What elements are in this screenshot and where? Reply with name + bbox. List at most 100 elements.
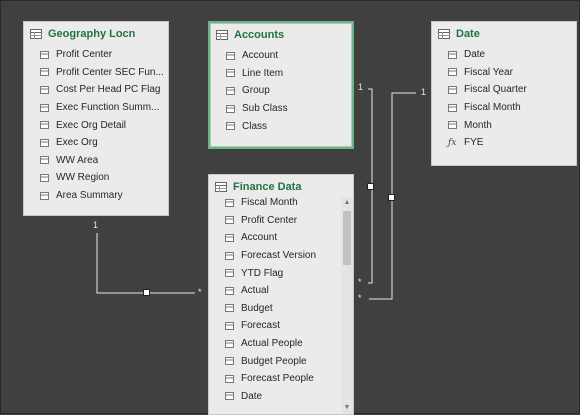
vertical-scrollbar[interactable]: ▲ ▼: [341, 197, 353, 414]
field-area-summary[interactable]: Area Summary: [24, 187, 168, 205]
column-icon: [225, 321, 234, 330]
field-label: Class: [242, 120, 268, 132]
column-icon: [225, 374, 234, 383]
field-label: Account: [241, 232, 278, 244]
relationship-geography-finance: [96, 233, 195, 294]
fx-icon: ƒx: [448, 137, 457, 148]
diagram-canvas[interactable]: 1 * 1 * 1 * Geography Locn Profit Center…: [0, 0, 580, 415]
field-cost-per-head-pc-flag[interactable]: Cost Per Head PC Flag: [24, 81, 168, 99]
relationship-handle: [367, 183, 374, 190]
field-forecast[interactable]: Forecast: [209, 317, 353, 335]
field-exec-org[interactable]: Exec Org: [24, 134, 168, 152]
field-label: Area Summary: [56, 190, 123, 202]
table-header[interactable]: Date: [432, 22, 576, 46]
field-profit-center-sec-fun[interactable]: Profit Center SEC Fun...: [24, 64, 168, 82]
field-account[interactable]: Account: [210, 47, 352, 65]
column-icon: [225, 198, 234, 207]
field-label: WW Area: [56, 154, 99, 166]
column-icon: [40, 85, 49, 94]
field-profit-center[interactable]: Profit Center: [209, 212, 353, 230]
column-icon: [448, 68, 457, 77]
table-icon: [30, 29, 42, 39]
field-label: Actual: [241, 285, 269, 297]
column-icon: [225, 357, 234, 366]
field-label: Sub Class: [242, 103, 288, 115]
column-icon: [226, 51, 235, 60]
cardinality-one-geography: 1: [93, 220, 99, 230]
column-icon: [225, 233, 234, 242]
field-label: Fiscal Year: [464, 66, 513, 78]
column-icon: [226, 86, 235, 95]
field-ytd-flag[interactable]: YTD Flag: [209, 264, 353, 282]
field-fiscal-year[interactable]: Fiscal Year: [432, 64, 576, 82]
field-label: YTD Flag: [241, 267, 284, 279]
table-title: Geography Locn: [48, 28, 136, 40]
field-month[interactable]: Month: [432, 116, 576, 134]
scrollbar-thumb[interactable]: [343, 211, 351, 265]
column-icon: [40, 156, 49, 165]
field-forecast-people[interactable]: Forecast People: [209, 370, 353, 388]
field-label: Actual People: [241, 338, 303, 350]
field-fiscal-quarter[interactable]: Fiscal Quarter: [432, 81, 576, 99]
field-label: Budget People: [241, 355, 307, 367]
scroll-up-icon[interactable]: ▲: [341, 197, 353, 209]
field-ww-area[interactable]: WW Area: [24, 152, 168, 170]
column-icon: [40, 191, 49, 200]
field-fiscal-month[interactable]: Fiscal Month: [209, 194, 353, 212]
field-ww-region[interactable]: WW Region: [24, 169, 168, 187]
field-profit-center[interactable]: Profit Center: [24, 46, 168, 64]
field-date[interactable]: Date: [209, 388, 353, 406]
field-label: Fiscal Month: [241, 197, 298, 209]
table-accounts[interactable]: Accounts Account Line Item Group Sub Cla…: [208, 21, 354, 149]
field-budget-people[interactable]: Budget People: [209, 352, 353, 370]
field-label: Exec Function Summ...: [56, 102, 160, 114]
table-date[interactable]: Date Date Fiscal Year Fiscal Quarter Fis…: [431, 21, 577, 166]
column-icon: [225, 304, 234, 313]
field-forecast-version[interactable]: Forecast Version: [209, 247, 353, 265]
table-header[interactable]: Accounts: [210, 23, 352, 47]
field-label: Date: [464, 49, 486, 61]
scroll-down-icon[interactable]: ▼: [341, 402, 353, 414]
cardinality-many-geography: *: [198, 287, 202, 297]
field-group[interactable]: Group: [210, 82, 352, 100]
column-icon: [448, 121, 457, 130]
field-label: Budget: [241, 302, 273, 314]
column-icon: [225, 269, 234, 278]
field-actual-people[interactable]: Actual People: [209, 335, 353, 353]
field-label: Profit Center: [241, 214, 298, 226]
column-icon: [40, 103, 49, 112]
column-icon: [226, 69, 235, 78]
field-label: Group: [242, 85, 270, 97]
column-icon: [225, 251, 234, 260]
field-date[interactable]: Date: [432, 46, 576, 64]
column-icon: [40, 138, 49, 147]
field-label: FYE: [464, 137, 484, 149]
column-icon: [40, 68, 49, 77]
relationship-handle: [388, 194, 395, 201]
table-finance-data[interactable]: Finance Data Fiscal Month Profit Center …: [208, 174, 354, 415]
table-header[interactable]: Geography Locn: [24, 22, 168, 46]
table-geography-locn[interactable]: Geography Locn Profit Center Profit Cent…: [23, 21, 169, 216]
field-fye[interactable]: ƒx FYE: [432, 134, 576, 152]
field-label: Exec Org Detail: [56, 119, 127, 131]
table-icon: [216, 30, 228, 40]
field-exec-function-summ[interactable]: Exec Function Summ...: [24, 99, 168, 117]
field-label: Fiscal Quarter: [464, 84, 527, 96]
column-icon: [448, 103, 457, 112]
field-label: Profit Center SEC Fun...: [56, 66, 164, 78]
field-label: Forecast Version: [241, 250, 317, 262]
field-line-item[interactable]: Line Item: [210, 65, 352, 83]
field-sub-class[interactable]: Sub Class: [210, 100, 352, 118]
field-label: Forecast People: [241, 373, 314, 385]
cardinality-many-accounts: *: [358, 277, 362, 287]
field-fiscal-month[interactable]: Fiscal Month: [432, 99, 576, 117]
field-exec-org-detail[interactable]: Exec Org Detail: [24, 116, 168, 134]
field-actual[interactable]: Actual: [209, 282, 353, 300]
column-icon: [225, 392, 234, 401]
field-label: Exec Org: [56, 137, 98, 149]
field-label: Profit Center: [56, 49, 113, 61]
field-label: Forecast: [241, 320, 280, 332]
field-budget[interactable]: Budget: [209, 300, 353, 318]
field-class[interactable]: Class: [210, 117, 352, 135]
field-account[interactable]: Account: [209, 229, 353, 247]
